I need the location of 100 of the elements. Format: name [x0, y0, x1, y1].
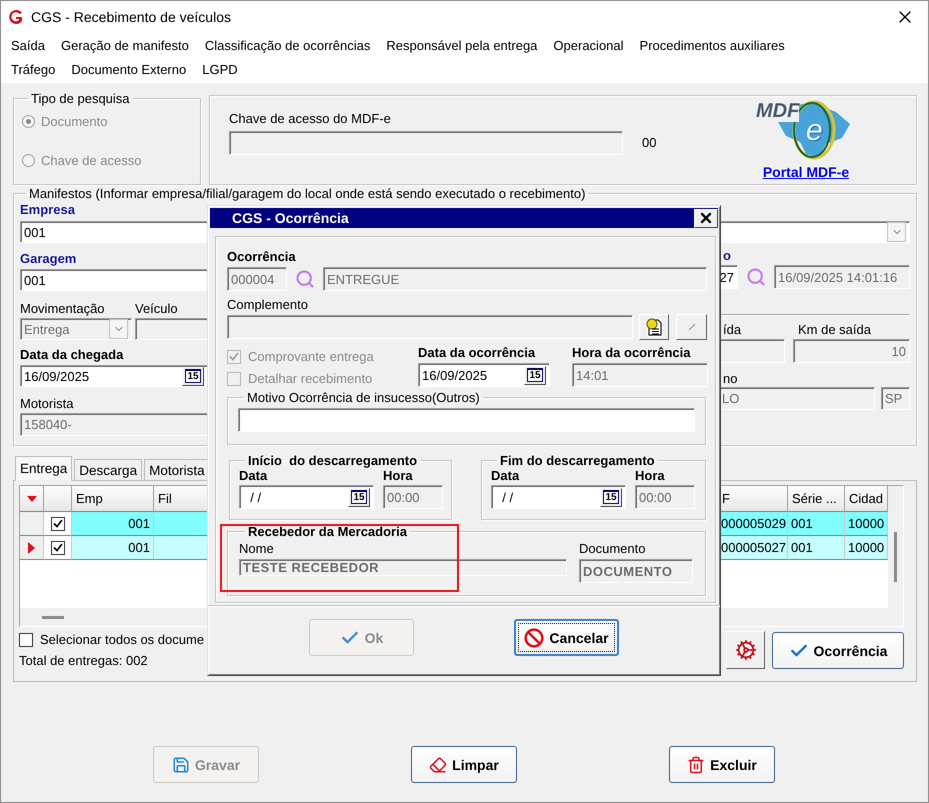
- tab[interactable]: Entrega: [15, 456, 72, 481]
- access-key-field[interactable]: [229, 131, 623, 155]
- field-label: Motorista: [20, 396, 74, 412]
- group-title: Manifestos (Informar empresa/filial/garagem do local onde está sendo executado o recebimento): [28, 186, 586, 201]
- city-field[interactable]: LO: [718, 387, 875, 410]
- row-indicator[interactable]: [20, 536, 44, 560]
- field-label: ída: [722, 322, 742, 338]
- calendar-button[interactable]: 15: [182, 366, 204, 386]
- receiver-name-field[interactable]: TESTE RECEBEDOR: [239, 559, 567, 576]
- field-label: Garagem: [20, 251, 78, 267]
- clear-button[interactable]: Limpar: [411, 746, 517, 783]
- arrival-date-field[interactable]: 16/09/2025 15: [20, 365, 208, 387]
- menu-item[interactable]: Saída: [11, 36, 45, 55]
- time-field[interactable]: 00:00: [635, 485, 695, 509]
- vehicle-field[interactable]: [135, 318, 208, 340]
- delete-button[interactable]: Excluir: [669, 746, 775, 783]
- calendar-button[interactable]: 15: [524, 366, 546, 384]
- menu-item[interactable]: Procedimentos auxiliares: [640, 36, 785, 55]
- occurrence-button[interactable]: Ocorrência: [772, 632, 904, 669]
- combobox[interactable]: [718, 221, 910, 243]
- column-header[interactable]: Série ...: [788, 486, 845, 512]
- table-cell: 000005029: [718, 512, 788, 536]
- movement-combobox[interactable]: Entrega: [20, 318, 132, 340]
- menu-item[interactable]: Tráfego: [11, 60, 56, 79]
- column-header[interactable]: [20, 486, 44, 512]
- garage-field[interactable]: 001: [20, 269, 208, 291]
- state-field[interactable]: SP: [881, 387, 910, 410]
- field-label: Chave de acesso do MDF-e: [229, 111, 392, 127]
- date-field[interactable]: / / 15: [239, 485, 374, 509]
- table-cell: 10000: [845, 536, 888, 560]
- menu-item[interactable]: Geração de manifesto: [60, 36, 189, 55]
- checkbox-label: Selecionar todos os docume: [40, 632, 204, 647]
- text-field[interactable]: [718, 339, 785, 363]
- portal-link[interactable]: Portal MDF-e: [762, 164, 850, 180]
- close-icon: [698, 210, 714, 226]
- field-label: Documento: [579, 541, 646, 557]
- column-header[interactable]: Cidad: [845, 486, 888, 512]
- menu-item[interactable]: LGPD: [202, 60, 238, 79]
- date-field[interactable]: / / 15: [491, 485, 626, 509]
- group-title: Início do descarregamento: [247, 453, 418, 468]
- logo-letter: e: [806, 116, 823, 146]
- close-button[interactable]: [694, 208, 718, 228]
- document-button[interactable]: [639, 314, 669, 340]
- prohibited-icon: [524, 628, 544, 648]
- column-header[interactable]: [44, 486, 72, 512]
- complement-field[interactable]: [227, 315, 633, 339]
- pencil-icon: [688, 323, 696, 331]
- receiver-document-field[interactable]: DOCUMENTO: [579, 559, 693, 583]
- tab[interactable]: Descarga: [74, 459, 142, 481]
- field-label: Hora: [383, 468, 414, 484]
- field-label: no: [722, 371, 738, 387]
- group-title: Fim do descarregamento: [499, 453, 656, 468]
- row-indicator[interactable]: [20, 512, 44, 536]
- column-header[interactable]: Emp: [72, 486, 154, 512]
- group-title: Tipo de pesquisa: [30, 91, 131, 106]
- calendar-button[interactable]: 15: [600, 488, 622, 506]
- company-field[interactable]: 001: [20, 221, 208, 243]
- window-title: CGS - Recebimento de veículos: [31, 9, 231, 25]
- field-label: Data da chegada: [20, 347, 124, 363]
- total-label: Total de entregas: 002: [19, 653, 149, 669]
- right-triangle-icon: [28, 542, 35, 554]
- menu-item[interactable]: Documento Externo: [71, 60, 186, 79]
- km-field[interactable]: 10: [793, 339, 910, 363]
- checkbox-label: Detalhar recebimento: [248, 371, 372, 386]
- eraser-icon: [429, 756, 448, 774]
- edit-button[interactable]: [676, 314, 707, 340]
- field-label: Data: [239, 468, 268, 484]
- table-cell: 10000: [845, 512, 888, 536]
- table-cell: 001: [72, 536, 154, 560]
- scrollbar[interactable]: [894, 532, 897, 582]
- checkbox[interactable]: [50, 540, 64, 554]
- field-label: Movimentação: [20, 301, 106, 317]
- menu-item[interactable]: Classificação de ocorrências: [204, 36, 370, 55]
- time-field[interactable]: 00:00: [383, 485, 443, 509]
- checkbox[interactable]: [50, 516, 64, 530]
- driver-field[interactable]: 158040-: [20, 413, 208, 436]
- occurrence-date-field[interactable]: 16/09/2025 15: [418, 363, 550, 387]
- app-logo-icon: [7, 8, 25, 26]
- field-label: Km de saída: [798, 322, 871, 338]
- settings-button[interactable]: [726, 631, 765, 669]
- reason-field[interactable]: [238, 408, 695, 432]
- calendar-button[interactable]: 15: [348, 488, 370, 506]
- occurrence-time-field[interactable]: 14:01: [572, 363, 708, 387]
- menu-item[interactable]: Responsável pela entrega: [386, 36, 538, 55]
- field-label: Hora da ocorrência: [572, 345, 692, 361]
- scrollbar[interactable]: [42, 616, 64, 618]
- trash-icon: [687, 756, 706, 774]
- occurrence-code-field[interactable]: 000004: [227, 267, 287, 291]
- table-cell: 001: [788, 536, 845, 560]
- tab[interactable]: Motorista: [144, 459, 210, 481]
- datetime-field[interactable]: 16/09/2025 14:01:16: [774, 265, 910, 289]
- checkbox-label: Comprovante entrega: [248, 349, 374, 364]
- menu-item[interactable]: Operacional: [553, 36, 624, 55]
- column-header[interactable]: F: [718, 486, 788, 512]
- checkbox[interactable]: [19, 632, 33, 646]
- field-label: Veículo: [135, 301, 178, 317]
- gears-icon: [734, 639, 756, 661]
- cancel-button[interactable]: Cancelar: [514, 619, 619, 656]
- occurrence-description-field[interactable]: ENTREGUE: [323, 267, 707, 291]
- dialog-title: CGS - Ocorrência: [232, 210, 349, 226]
